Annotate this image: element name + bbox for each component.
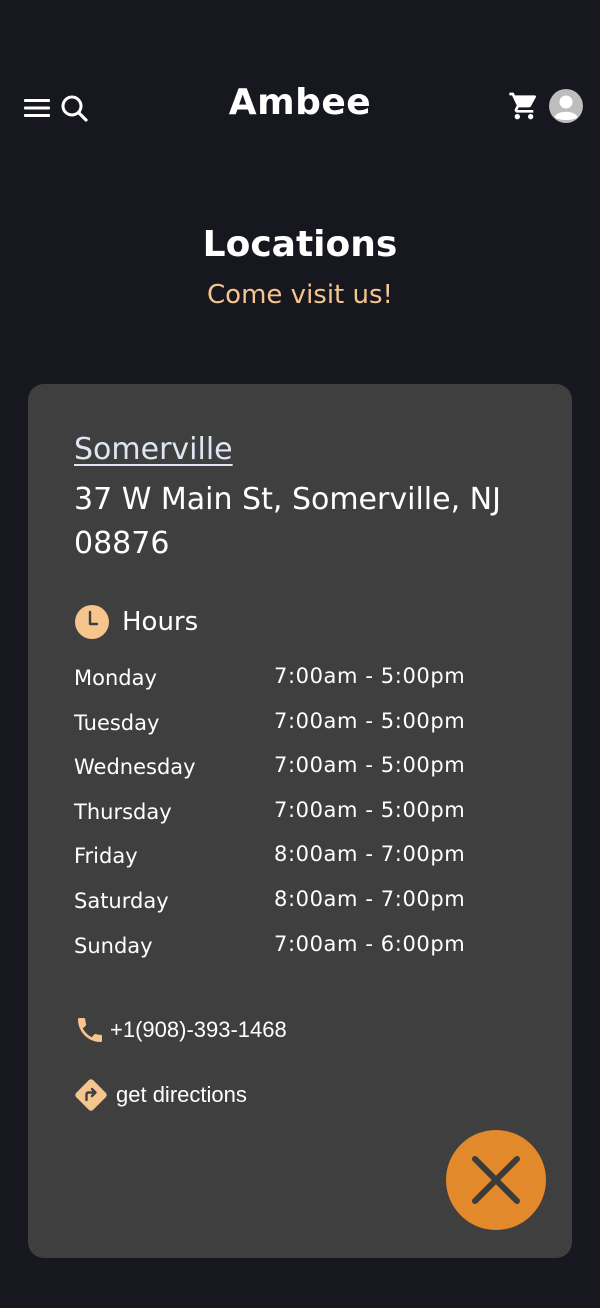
get-directions-label: get directions	[116, 1082, 247, 1107]
hours-day: Saturday	[74, 888, 169, 913]
hours-day: Friday	[74, 844, 138, 869]
app-header: Ambee	[0, 0, 600, 160]
hours-time: 8:00am - 7:00pm	[274, 886, 466, 911]
hours-day: Monday	[74, 666, 157, 690]
hours-time: 7:00am - 6:00pm	[274, 931, 466, 956]
page-title: Locations	[202, 224, 398, 265]
hours-header: Hours	[74, 604, 198, 640]
hours-table: Monday 7:00am - 5:00pm Tuesday 7:00am - …	[74, 660, 534, 972]
page-subtitle: Come visit us!	[207, 280, 393, 310]
hours-row: Tuesday 7:00am - 5:00pm	[74, 705, 534, 750]
hours-row: Saturday 8:00am - 7:00pm	[74, 883, 534, 928]
hours-label: Hours	[122, 607, 199, 637]
phone-link[interactable]: +1(908)-393-1468	[74, 1014, 287, 1046]
hours-day: Sunday	[74, 933, 153, 958]
location-name-link[interactable]: Somerville	[74, 432, 233, 467]
hours-day: Thursday	[74, 799, 172, 824]
hours-day: Tuesday	[74, 710, 160, 735]
hours-time: 7:00am - 5:00pm	[274, 753, 466, 778]
phone-number: +1(908)-393-1468	[110, 1017, 287, 1042]
clock-icon	[74, 604, 110, 640]
location-card: Somerville 37 W Main St, Somerville, NJ …	[28, 384, 572, 1258]
shopping-cart-icon[interactable]	[508, 90, 540, 122]
hours-row: Monday 7:00am - 5:00pm	[74, 660, 534, 705]
hours-row: Thursday 7:00am - 5:00pm	[74, 794, 534, 839]
user-avatar-icon[interactable]	[548, 88, 584, 124]
hours-day: Wednesday	[74, 755, 196, 780]
location-address: 37 W Main St, Somerville, NJ 08876	[74, 482, 501, 561]
hours-time: 7:00am - 5:00pm	[274, 708, 466, 733]
phone-icon	[74, 1014, 106, 1046]
directions-icon	[74, 1078, 108, 1112]
hours-time: 8:00am - 7:00pm	[274, 842, 466, 867]
hours-row: Friday 8:00am - 7:00pm	[74, 838, 534, 883]
hamburger-menu-icon[interactable]	[24, 96, 52, 120]
close-icon	[471, 1155, 521, 1205]
hours-time: 7:00am - 5:00pm	[274, 664, 466, 688]
search-icon[interactable]	[60, 94, 90, 124]
hours-row: Wednesday 7:00am - 5:00pm	[74, 749, 534, 794]
close-button[interactable]	[446, 1130, 546, 1230]
get-directions-link[interactable]: get directions	[74, 1078, 247, 1112]
hours-row: Sunday 7:00am - 6:00pm	[74, 928, 534, 973]
hours-time: 7:00am - 5:00pm	[274, 797, 466, 822]
app-brand-title[interactable]: Ambee	[200, 82, 400, 123]
